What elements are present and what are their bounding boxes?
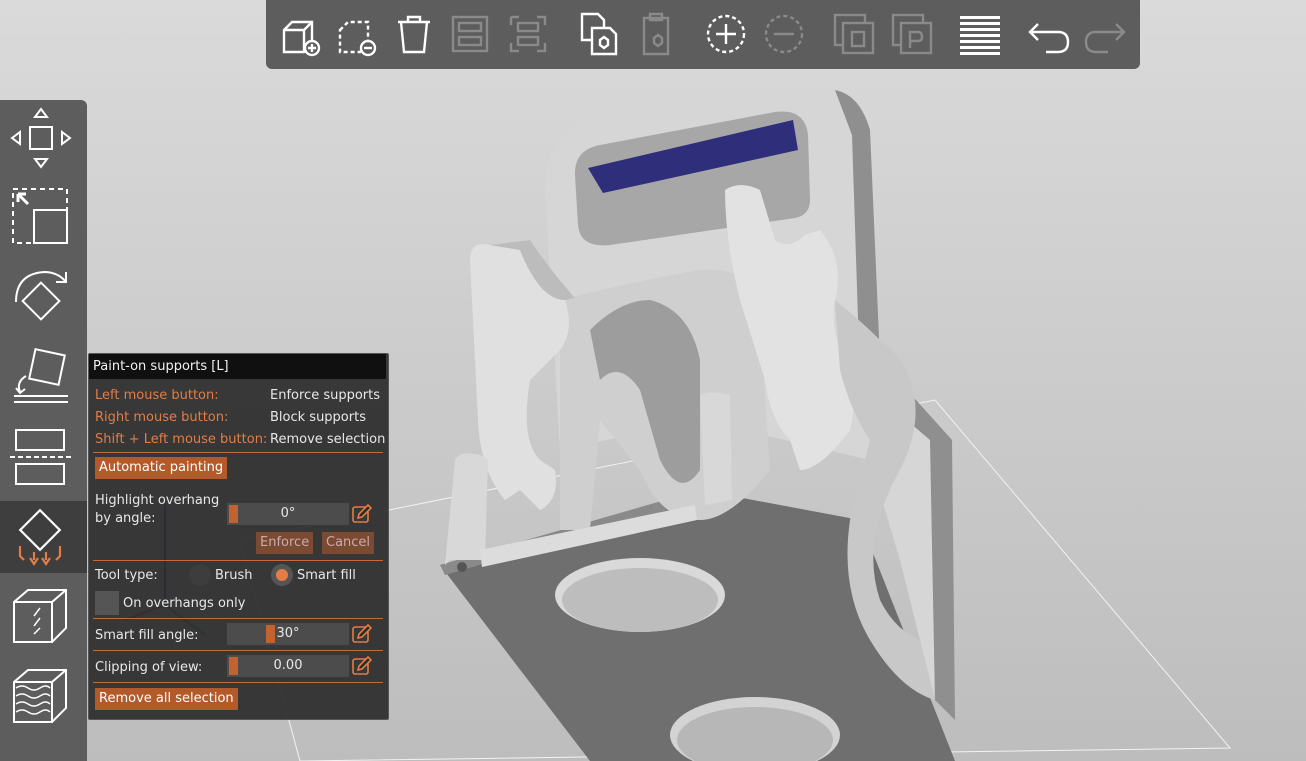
separator <box>93 650 383 651</box>
cancel-button[interactable]: Cancel <box>322 532 375 554</box>
split-to-parts-icon <box>888 10 936 58</box>
remove-instance-icon <box>760 10 808 58</box>
smart-fill-angle-label: Smart fill angle: <box>95 628 199 643</box>
automatic-painting-button[interactable]: Automatic painting <box>95 457 228 479</box>
undo-icon[interactable] <box>1024 10 1072 58</box>
add-object-icon[interactable] <box>278 10 326 58</box>
place-on-face-icon[interactable] <box>6 342 76 412</box>
paste-icon <box>632 10 680 58</box>
brush-label[interactable]: Brush <box>215 568 253 583</box>
separator <box>93 618 383 619</box>
on-overhangs-only-label[interactable]: On overhangs only <box>123 596 245 611</box>
highlight-overhang-label-2: by angle: <box>95 511 156 526</box>
remove-all-selection-button[interactable]: Remove all selection <box>95 688 238 710</box>
separator <box>93 560 383 561</box>
paint-supports-icon[interactable] <box>6 502 76 572</box>
separator <box>93 452 383 453</box>
edit-pencil-icon[interactable] <box>352 655 373 676</box>
highlight-overhang-label: Highlight overhang <box>95 493 220 508</box>
on-overhangs-only-checkbox[interactable] <box>95 591 119 615</box>
clipping-of-view-label: Clipping of view: <box>95 660 203 675</box>
left-mouse-value: Enforce supports <box>270 388 381 403</box>
split-icon <box>504 10 552 58</box>
tool-type-label: Tool type: <box>95 568 158 583</box>
clipping-of-view-slider[interactable]: 0.00 <box>227 655 349 677</box>
right-mouse-label: Right mouse button: <box>95 410 229 425</box>
panel-title: Paint-on supports [L] <box>89 354 386 379</box>
add-instance-icon[interactable] <box>702 10 750 58</box>
smart-fill-angle-value: 30° <box>276 626 300 641</box>
move-icon[interactable] <box>6 103 76 173</box>
delete-object-icon[interactable] <box>334 10 382 58</box>
cut-icon[interactable] <box>6 422 76 492</box>
enforce-button[interactable]: Enforce <box>256 532 314 554</box>
top-toolbar <box>266 0 1140 69</box>
separator <box>93 682 383 683</box>
model-right-post <box>700 392 732 505</box>
scale-icon[interactable] <box>6 182 76 252</box>
left-mouse-label: Left mouse button: <box>95 388 219 403</box>
highlight-angle-slider[interactable]: 0° <box>227 503 349 525</box>
layers-editing-icon[interactable] <box>956 10 1004 58</box>
shift-left-mouse-value: Remove selection <box>270 432 386 447</box>
clipping-of-view-value: 0.00 <box>273 658 303 673</box>
redo-icon <box>1082 10 1130 58</box>
smart-fill-angle-slider[interactable]: 30° <box>227 623 349 645</box>
edit-pencil-icon[interactable] <box>352 623 373 644</box>
rotate-icon[interactable] <box>6 262 76 332</box>
shift-left-mouse-label: Shift + Left mouse button: <box>95 432 268 447</box>
left-tool-sidebar <box>0 100 87 761</box>
right-mouse-value: Block supports <box>270 410 366 425</box>
smart-fill-label[interactable]: Smart fill <box>297 568 356 583</box>
edit-pencil-icon[interactable] <box>352 503 373 524</box>
highlight-angle-value: 0° <box>280 506 296 521</box>
paint-supports-panel: Paint-on supports [L] Left mouse button:… <box>88 353 389 720</box>
copy-icon[interactable] <box>574 10 622 58</box>
delete-all-icon[interactable] <box>390 10 438 58</box>
brush-radio[interactable] <box>189 564 211 586</box>
split-to-objects-icon <box>830 10 878 58</box>
arrange-icon <box>446 10 494 58</box>
smart-fill-radio[interactable] <box>271 564 293 586</box>
multimaterial-painting-icon[interactable] <box>6 662 76 732</box>
seam-painting-icon[interactable] <box>6 582 76 652</box>
